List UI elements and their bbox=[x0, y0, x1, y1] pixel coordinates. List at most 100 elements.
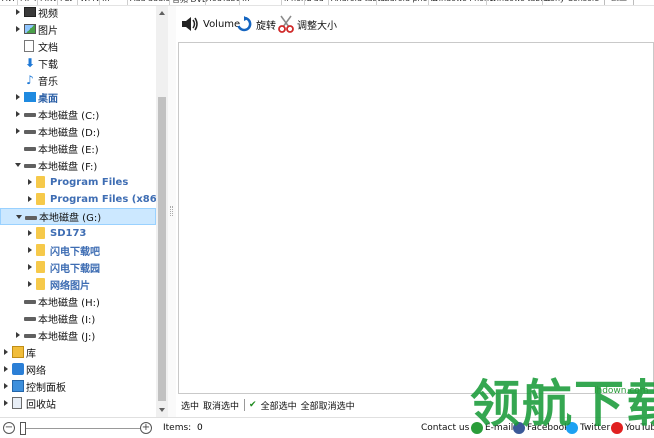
collapse-arrow-icon[interactable] bbox=[15, 213, 23, 221]
expand-arrow-icon[interactable] bbox=[14, 93, 22, 101]
expand-arrow-icon[interactable] bbox=[2, 348, 10, 356]
select-all-button[interactable]: 全部选中 bbox=[261, 399, 297, 412]
expand-arrow-icon[interactable] bbox=[14, 110, 22, 118]
expand-arrow-icon[interactable] bbox=[26, 229, 34, 237]
desktop-icon bbox=[24, 92, 36, 102]
tree-item-label: SD173 bbox=[50, 228, 87, 239]
items-count: 0 bbox=[197, 423, 203, 433]
tree-item[interactable]: ⬇ 下载 bbox=[0, 55, 156, 72]
scroll-thumb[interactable] bbox=[158, 97, 166, 401]
tree-item[interactable]: 本地磁盘 (D:) bbox=[0, 123, 156, 140]
format-tab[interactable]: YouTube bbox=[208, 0, 241, 3]
control-panel-icon bbox=[12, 380, 24, 392]
zoom-slider-thumb[interactable] bbox=[20, 422, 26, 435]
zoom-out-icon[interactable]: − bbox=[3, 422, 15, 434]
scroll-up-arrow-icon[interactable] bbox=[156, 6, 168, 20]
tree-item-label: 网络图片 bbox=[50, 281, 90, 292]
tree-item-label: 视频 bbox=[38, 9, 58, 20]
collapse-arrow-icon[interactable] bbox=[14, 161, 22, 169]
tree-item[interactable]: 库 bbox=[0, 344, 156, 361]
pictures-icon bbox=[24, 24, 36, 34]
tree-item[interactable]: SD173 bbox=[0, 225, 156, 242]
format-tab[interactable]: MP4 bbox=[20, 0, 37, 3]
deselect-button[interactable]: 取消选中 bbox=[203, 399, 239, 412]
zoom-slider-track[interactable] bbox=[20, 428, 140, 429]
format-tab[interactable]: FLV bbox=[60, 0, 74, 3]
select-button[interactable]: 选中 bbox=[181, 399, 199, 412]
folder-icon bbox=[36, 227, 45, 239]
volume-button[interactable]: Volume bbox=[180, 14, 240, 34]
tree-item-label: 本地磁盘 (E:) bbox=[38, 145, 99, 156]
volume-label: Volume bbox=[203, 18, 241, 30]
tree-item[interactable]: 本地磁盘 (E:) bbox=[0, 140, 156, 157]
rotate-button[interactable]: 旋转 bbox=[236, 14, 276, 34]
tree-item[interactable]: ♪ 音乐 bbox=[0, 72, 156, 89]
format-tab[interactable]: Add audio bbox=[130, 0, 170, 3]
tree-scrollbar[interactable] bbox=[156, 6, 168, 417]
expand-arrow-icon[interactable] bbox=[26, 195, 34, 203]
expand-arrow-icon[interactable] bbox=[2, 399, 10, 407]
tree-item[interactable]: 控制面板 bbox=[0, 378, 156, 395]
tree-item[interactable]: 闪电下载吧 bbox=[0, 242, 156, 259]
drive-icon bbox=[24, 164, 36, 168]
tree-item[interactable]: 网络 bbox=[0, 361, 156, 378]
preview-area[interactable] bbox=[178, 42, 654, 394]
tree-item[interactable]: 本地磁盘 (J:) bbox=[0, 327, 156, 344]
tree-item[interactable]: 网络图片 bbox=[0, 276, 156, 293]
format-tab[interactable]: WMV bbox=[80, 0, 100, 3]
tree-item[interactable]: 本地磁盘 (I:) bbox=[0, 310, 156, 327]
folder-icon bbox=[36, 244, 45, 256]
format-tab[interactable]: Windows Phone bbox=[431, 0, 494, 3]
tree-item-label: 本地磁盘 (F:) bbox=[38, 162, 98, 173]
tree-item[interactable]: 视频 bbox=[0, 6, 156, 21]
format-tab[interactable]: ... bbox=[102, 0, 110, 3]
format-tab[interactable]: MKV bbox=[40, 0, 58, 3]
tree-item[interactable]: 本地磁盘 (G:) bbox=[0, 208, 156, 225]
zoom-in-icon[interactable]: + bbox=[140, 422, 152, 434]
tree-item-label: Program Files bbox=[50, 177, 129, 188]
expand-arrow-icon[interactable] bbox=[26, 263, 34, 271]
expand-arrow-icon[interactable] bbox=[2, 365, 10, 373]
tree-item[interactable]: 本地磁盘 (C:) bbox=[0, 106, 156, 123]
format-tab[interactable]: 音頻 DVD bbox=[172, 0, 208, 5]
tree-item[interactable]: 桌面 bbox=[0, 89, 156, 106]
format-tab[interactable]: iPad bbox=[307, 0, 324, 3]
tree-item-label: 库 bbox=[26, 349, 36, 360]
tree-item[interactable]: 图片 bbox=[0, 21, 156, 38]
expand-arrow-icon[interactable] bbox=[14, 331, 22, 339]
drive-icon bbox=[24, 130, 36, 134]
panel-splitter[interactable] bbox=[168, 6, 176, 417]
tree-item[interactable]: 本地磁盘 (H:) bbox=[0, 293, 156, 310]
expand-arrow-icon[interactable] bbox=[14, 127, 22, 135]
resize-button[interactable]: 调整大小 bbox=[278, 14, 337, 34]
tree-item-label: 下载 bbox=[38, 60, 58, 71]
expand-arrow-icon[interactable] bbox=[14, 25, 22, 33]
expand-arrow-icon[interactable] bbox=[26, 246, 34, 254]
expand-arrow-icon[interactable] bbox=[26, 178, 34, 186]
network-icon bbox=[12, 363, 24, 375]
tree-item[interactable]: 本地磁盘 (F:) bbox=[0, 157, 156, 174]
expand-arrow-icon[interactable] bbox=[26, 280, 34, 288]
tree-item[interactable]: 闪电下载园 bbox=[0, 259, 156, 276]
scroll-down-arrow-icon[interactable] bbox=[156, 403, 168, 417]
video-icon bbox=[24, 7, 36, 17]
expand-arrow-icon[interactable] bbox=[14, 8, 22, 16]
splitter-grip bbox=[170, 206, 173, 216]
tree-item-label: 图片 bbox=[38, 26, 58, 37]
tree-item[interactable]: Program Files (x86) bbox=[0, 191, 156, 208]
rotate-label: 旋转 bbox=[256, 20, 276, 32]
tree-item[interactable]: 回收站 bbox=[0, 395, 156, 412]
watermark-url: lhdown.com bbox=[594, 386, 649, 396]
deselect-all-button[interactable]: 全部取消选中 bbox=[301, 399, 355, 412]
expand-arrow-icon[interactable] bbox=[2, 382, 10, 390]
tree-item[interactable]: 文档 bbox=[0, 38, 156, 55]
tree-item[interactable]: Program Files bbox=[0, 174, 156, 191]
tree-item-label: 控制面板 bbox=[26, 383, 66, 394]
tree-item-label: 本地磁盘 (H:) bbox=[38, 298, 100, 309]
drive-icon bbox=[25, 216, 37, 220]
format-tab[interactable]: AVI bbox=[2, 0, 15, 3]
downloads-icon: ⬇ bbox=[24, 56, 36, 70]
contact-us-link[interactable]: Contact us bbox=[421, 423, 469, 433]
format-tab[interactable]: ... bbox=[242, 0, 250, 3]
format-tab[interactable]: Sony Console bbox=[545, 0, 599, 3]
